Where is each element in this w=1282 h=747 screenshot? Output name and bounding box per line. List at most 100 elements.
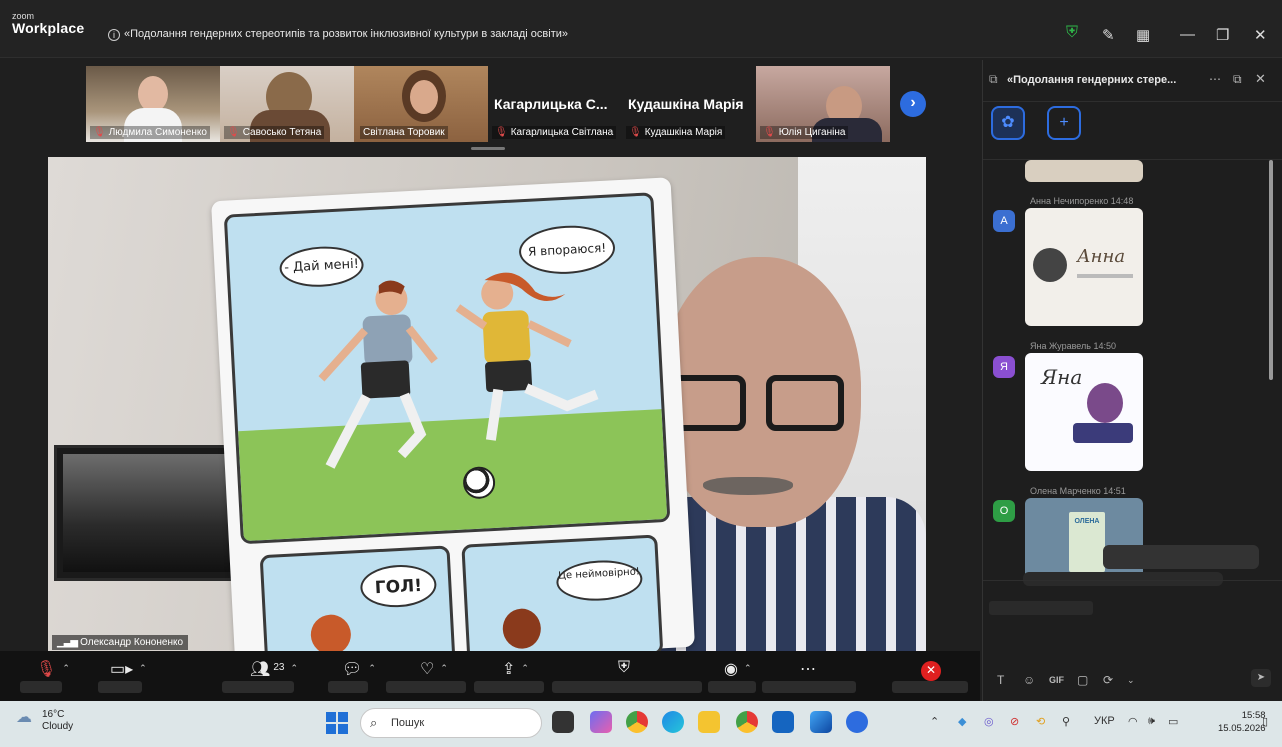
file-icon[interactable]: ▢ bbox=[1077, 673, 1088, 687]
girl-player bbox=[455, 272, 599, 441]
battery-icon[interactable]: ▭ bbox=[1168, 715, 1178, 728]
close-button[interactable]: ✕ bbox=[1254, 26, 1267, 44]
maximize-button[interactable]: ❐ bbox=[1216, 26, 1229, 44]
weather-widget[interactable]: ☁ 16°C Cloudy bbox=[16, 709, 73, 733]
end-meeting-button[interactable]: ✕ bbox=[921, 661, 941, 681]
emoji-icon[interactable]: ☺ bbox=[1023, 673, 1035, 687]
wifi-icon[interactable]: ◠ bbox=[1128, 715, 1138, 728]
next-page-button[interactable]: › bbox=[900, 91, 926, 117]
share-button[interactable]: ⇪ ⌃ bbox=[474, 659, 544, 693]
add-app-button[interactable]: + bbox=[1047, 106, 1081, 140]
participant-tile[interactable]: Кагарлицька С... 🎙︎ Кагарлицька Світлана bbox=[488, 66, 622, 142]
image-text: Анна bbox=[1077, 246, 1126, 267]
speaker-name-text: Олександр Кононенко bbox=[80, 637, 184, 648]
mic-muted-icon: 🎙︎ bbox=[629, 127, 642, 138]
image-figure bbox=[1033, 248, 1067, 282]
annotate-pen-icon[interactable]: ✎ bbox=[1102, 26, 1115, 44]
chrome-icon[interactable] bbox=[626, 711, 648, 733]
paw-app-icon[interactable]: ✿ bbox=[991, 106, 1025, 140]
volume-icon[interactable]: 🕪︎ bbox=[1148, 715, 1155, 728]
minimize-button[interactable]: — bbox=[1180, 26, 1195, 43]
participant-display-name: Кудашкіна Марія bbox=[628, 96, 744, 112]
pop-out-icon[interactable]: ⧉ bbox=[1233, 72, 1242, 87]
participants-button[interactable]: 👥︎ 23 ⌃ bbox=[222, 659, 298, 693]
participants-count: 23 bbox=[273, 662, 285, 673]
security-button[interactable]: ⛨ bbox=[552, 659, 702, 693]
chevron-up-icon[interactable]: ⌃ bbox=[139, 663, 147, 673]
photos-icon[interactable] bbox=[810, 711, 832, 733]
chevron-up-icon[interactable]: ⌃ bbox=[744, 663, 752, 673]
chat-title[interactable]: «Подолання гендерних стере... bbox=[1007, 74, 1176, 86]
wall-picture bbox=[54, 445, 244, 581]
record-button[interactable]: ◉ ⌃ bbox=[708, 659, 756, 693]
chevron-up-icon[interactable]: ⌃ bbox=[290, 663, 298, 673]
participant-caption: 🎙︎ Юлія Циганіна bbox=[760, 126, 849, 139]
wall-picture-scene bbox=[63, 454, 235, 572]
edge-icon[interactable] bbox=[662, 711, 684, 733]
message-image[interactable]: Анна bbox=[1025, 208, 1143, 326]
chevron-up-icon[interactable]: ⌃ bbox=[930, 715, 939, 728]
chevron-down-icon[interactable]: ⌄ bbox=[1127, 675, 1135, 686]
windows-start-icon[interactable] bbox=[326, 712, 348, 734]
strip-resize-handle[interactable] bbox=[471, 147, 505, 150]
reactions-button[interactable]: ♡ ⌃ bbox=[386, 659, 466, 693]
taskbar-search[interactable]: ⌕ Пошук bbox=[360, 708, 542, 738]
more-button[interactable]: ⋯ bbox=[762, 659, 856, 693]
comic-panel-2: ГОЛ! bbox=[259, 545, 456, 651]
comic-card: - Дай мені! Я впораюся! ГОЛ! Це неймовір… bbox=[211, 177, 695, 651]
chat-button[interactable]: 💬︎ ⌃ bbox=[328, 659, 376, 693]
title-bar: zoom Workplace i «Подолання гендерних сте… bbox=[0, 0, 1282, 58]
tray-app-icon[interactable]: ◎ bbox=[984, 715, 994, 728]
outlook-icon[interactable] bbox=[772, 711, 794, 733]
blurred-label bbox=[20, 681, 62, 693]
chrome-profile-icon[interactable] bbox=[736, 711, 758, 733]
info-icon[interactable]: i bbox=[108, 29, 120, 41]
chat-input-area[interactable]: T ☺ GIF ▢ ⟳ ⌄ ➤ bbox=[983, 580, 1282, 701]
chevron-up-icon[interactable]: ⌃ bbox=[62, 663, 70, 673]
chat-messages: А Анна Нечипоренко 14:48 Анна Я Яна Жура… bbox=[983, 160, 1282, 580]
blurred-label bbox=[386, 681, 466, 693]
participant-tile[interactable]: 🎙︎ Людмила Симоненко bbox=[86, 66, 220, 142]
zoom-taskbar-icon[interactable] bbox=[846, 711, 868, 733]
participant-tile[interactable]: Світлана Торовик bbox=[354, 66, 488, 142]
main-video[interactable]: - Дай мені! Я впораюся! ГОЛ! Це неймовір… bbox=[48, 157, 926, 651]
participant-display-name: Кагарлицька С... bbox=[494, 96, 608, 112]
view-icon[interactable]: ▦ bbox=[1136, 26, 1150, 44]
screenshot-icon[interactable]: ⟳ bbox=[1103, 673, 1113, 687]
tray-app-icon[interactable]: ⟲ bbox=[1036, 715, 1045, 728]
heart-icon: ♡ bbox=[420, 661, 435, 678]
tray-app-icon[interactable]: ⚲ bbox=[1062, 715, 1070, 728]
copilot-icon[interactable] bbox=[590, 711, 612, 733]
chevron-up-icon[interactable]: ⌃ bbox=[440, 663, 448, 673]
notifications-icon[interactable]: ▯ bbox=[1262, 715, 1268, 728]
gif-icon[interactable]: GIF bbox=[1049, 675, 1064, 685]
tray-app-icon[interactable]: ⊘ bbox=[1010, 715, 1019, 728]
chevron-up-icon[interactable]: ⌃ bbox=[368, 663, 376, 673]
encryption-shield-icon[interactable]: ⛨ bbox=[1066, 24, 1078, 42]
file-explorer-icon[interactable] bbox=[698, 711, 720, 733]
participant-tile[interactable]: Кудашкіна Марія 🎙︎ Кудашкіна Марія bbox=[622, 66, 756, 142]
mic-muted-icon: 🎙︎ bbox=[763, 127, 776, 138]
chevron-up-icon[interactable]: ⌃ bbox=[521, 663, 529, 673]
message-time: 14:51 bbox=[1103, 486, 1126, 496]
previous-image-tail[interactable] bbox=[1025, 160, 1143, 182]
language-indicator[interactable]: УКР bbox=[1094, 715, 1115, 727]
close-icon[interactable]: ✕ bbox=[1255, 71, 1266, 87]
message-image[interactable]: Яна bbox=[1025, 353, 1143, 471]
participant-tile[interactable]: 🎙︎ Савосько Тетяна bbox=[220, 66, 354, 142]
meeting-title[interactable]: i «Подолання гендерних стереотипів та роз… bbox=[108, 28, 568, 41]
chat-header: ⧉ «Подолання гендерних стере... ⋯ ⧉ ✕ bbox=[983, 60, 1282, 102]
blurred-input-text bbox=[989, 601, 1093, 615]
more-options-icon[interactable]: ⋯ bbox=[1209, 72, 1221, 86]
shield-icon: ⛨ bbox=[618, 659, 631, 676]
tray-app-icon[interactable]: ◆ bbox=[958, 715, 966, 728]
video-button[interactable]: ▭▸ ⌃ bbox=[98, 659, 147, 693]
clock[interactable]: 15:58 15.05.2026 bbox=[1218, 709, 1266, 735]
participant-tile[interactable]: 🎙︎ Юлія Циганіна bbox=[756, 66, 890, 142]
send-icon[interactable]: ➤ bbox=[1251, 669, 1271, 687]
task-view-icon[interactable] bbox=[552, 711, 574, 733]
mute-button[interactable]: 🎙︎ ⌃ bbox=[20, 659, 70, 693]
image-laptop bbox=[1073, 423, 1133, 443]
chat-scrollbar[interactable] bbox=[1269, 160, 1273, 380]
text-format-icon[interactable]: T bbox=[997, 673, 1004, 687]
